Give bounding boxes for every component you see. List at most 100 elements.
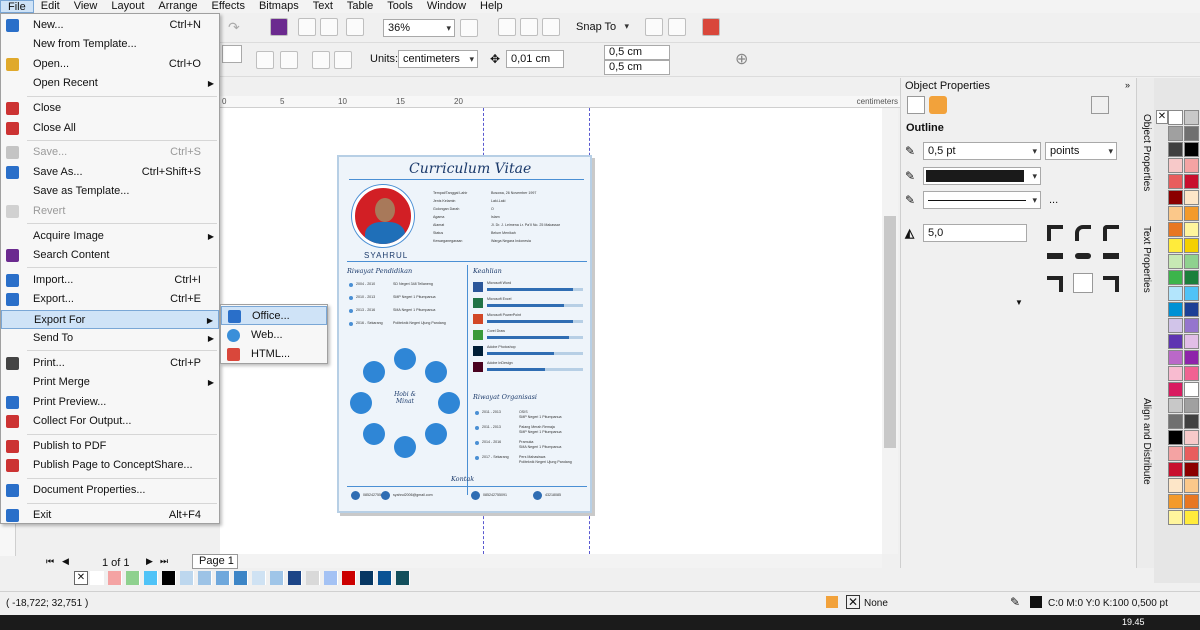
palette-swatch[interactable]: [1168, 270, 1183, 285]
menu-text[interactable]: Text: [306, 0, 340, 13]
units-select[interactable]: centimeters: [398, 50, 478, 68]
palette-swatch[interactable]: [1168, 302, 1183, 317]
palette-swatch[interactable]: [252, 571, 266, 585]
search-icon[interactable]: [298, 18, 316, 36]
palette-swatch[interactable]: [1168, 174, 1183, 189]
cv-page[interactable]: Curriculum Vitae SYAHRUL Tempat/Tanggal …: [337, 155, 592, 513]
palette-swatch[interactable]: [1168, 510, 1183, 525]
miter-limit-field[interactable]: 5,0: [923, 224, 1027, 242]
file-menu-item[interactable]: Save As... Ctrl+Shift+S: [1, 163, 219, 182]
palette-swatch[interactable]: [108, 571, 122, 585]
position-center-button[interactable]: [1073, 273, 1093, 293]
palette-swatch[interactable]: [1184, 510, 1199, 525]
outline-color-select[interactable]: [923, 167, 1041, 185]
file-menu-item[interactable]: Export For ▶: [1, 309, 219, 329]
palette-swatch[interactable]: [90, 571, 104, 585]
nudge-distance-field[interactable]: 0,01 cm: [506, 50, 564, 68]
last-page-icon[interactable]: ⏭: [160, 556, 168, 567]
palette-swatch[interactable]: [1184, 254, 1199, 269]
cap-square-button[interactable]: [1103, 253, 1119, 259]
fill-tab-icon[interactable]: [929, 96, 947, 114]
file-menu-item[interactable]: Open Recent ▶: [1, 74, 219, 93]
menu-help[interactable]: Help: [473, 0, 510, 13]
menu-arrange[interactable]: Arrange: [151, 0, 204, 13]
file-menu-item[interactable]: New from Template...: [1, 35, 219, 54]
palette-swatch[interactable]: [1184, 382, 1199, 397]
palette-swatch[interactable]: [1168, 254, 1183, 269]
palette-swatch[interactable]: [1168, 158, 1183, 173]
menu-layout[interactable]: Layout: [104, 0, 151, 13]
file-menu-item[interactable]: Send To ▶: [1, 329, 219, 348]
palette-swatch[interactable]: [1168, 382, 1183, 397]
docker-tab-object-properties[interactable]: Object Properties: [1138, 114, 1154, 191]
palette-swatch[interactable]: [1184, 350, 1199, 365]
palette-swatch[interactable]: [1184, 190, 1199, 205]
palette-swatch[interactable]: [1184, 478, 1199, 493]
horizontal-scrollbar[interactable]: [220, 554, 882, 568]
app-launcher-icon[interactable]: [668, 18, 686, 36]
palette-swatch[interactable]: [1168, 494, 1183, 509]
cap-round-button[interactable]: [1075, 253, 1091, 259]
palette-swatch[interactable]: [1168, 206, 1183, 221]
palette-swatch[interactable]: [342, 571, 356, 585]
file-menu-item[interactable]: Search Content: [1, 246, 219, 265]
palette-swatch[interactable]: [180, 571, 194, 585]
palette-swatch[interactable]: [1184, 270, 1199, 285]
landscape-icon[interactable]: [280, 51, 298, 69]
palette-swatch[interactable]: [1184, 174, 1199, 189]
palette-swatch[interactable]: [1184, 366, 1199, 381]
palette-swatch[interactable]: [1184, 222, 1199, 237]
docker-tab-align-and-distribute[interactable]: Align and Distribute: [1138, 398, 1154, 485]
palette-swatch[interactable]: [1184, 238, 1199, 253]
file-menu-item[interactable]: Publish Page to ConceptShare...: [1, 456, 219, 475]
file-menu-item[interactable]: Open... Ctrl+O: [1, 55, 219, 74]
palette-swatch[interactable]: [1168, 222, 1183, 237]
palette-swatch[interactable]: [378, 571, 392, 585]
palette-swatch[interactable]: [216, 571, 230, 585]
first-page-icon[interactable]: ⏮: [46, 556, 54, 567]
menu-file[interactable]: File: [0, 0, 34, 13]
palette-swatch[interactable]: [1168, 142, 1183, 157]
file-menu-item[interactable]: Exit Alt+F4: [1, 506, 219, 525]
no-color-swatch[interactable]: ✕: [74, 571, 88, 585]
palette-swatch[interactable]: [1184, 430, 1199, 445]
add-icon[interactable]: ⊕: [735, 49, 748, 69]
palette-swatch[interactable]: [1184, 142, 1199, 157]
palette-swatch[interactable]: [1168, 318, 1183, 333]
file-menu-item[interactable]: Acquire Image ▶: [1, 227, 219, 246]
palette-swatch[interactable]: [1168, 478, 1183, 493]
outline-units-select[interactable]: points: [1045, 142, 1117, 160]
file-menu-item[interactable]: Print Merge ▶: [1, 373, 219, 392]
palette-swatch[interactable]: [198, 571, 212, 585]
welcome-icon[interactable]: [702, 18, 720, 36]
menu-view[interactable]: View: [67, 0, 105, 13]
corel-launcher-icon[interactable]: [270, 18, 288, 36]
palette-swatch[interactable]: [1168, 462, 1183, 477]
palette-swatch[interactable]: [306, 571, 320, 585]
vertical-scroll-thumb[interactable]: [884, 216, 896, 448]
publish-icon[interactable]: [346, 18, 364, 36]
redo-button[interactable]: ↷: [228, 19, 246, 37]
palette-swatch[interactable]: [1184, 318, 1199, 333]
palette-swatch[interactable]: [1168, 366, 1183, 381]
docker-options-icon[interactable]: [1091, 96, 1109, 114]
export-for-web[interactable]: Web...: [221, 326, 327, 345]
palette-swatch[interactable]: [1184, 462, 1199, 477]
file-menu-item[interactable]: Export... Ctrl+E: [1, 290, 219, 309]
palette-swatch[interactable]: [1184, 286, 1199, 301]
file-menu-item[interactable]: Close All: [1, 119, 219, 138]
palette-swatch[interactable]: [1168, 446, 1183, 461]
palette-swatch[interactable]: [1168, 398, 1183, 413]
palette-swatch[interactable]: [360, 571, 374, 585]
palette-swatch[interactable]: [1184, 302, 1199, 317]
palette-swatch[interactable]: [270, 571, 284, 585]
palette-swatch[interactable]: [1168, 350, 1183, 365]
file-menu-item[interactable]: Import... Ctrl+I: [1, 271, 219, 290]
horizontal-ruler[interactable]: 0 5 10 15 20 centimeters: [220, 96, 900, 108]
line-style-select[interactable]: [923, 191, 1041, 209]
palette-swatch[interactable]: [1184, 494, 1199, 509]
palette-swatch[interactable]: [1184, 206, 1199, 221]
file-menu-item[interactable]: Close: [1, 99, 219, 118]
docker-expand-icon[interactable]: »: [1125, 80, 1130, 90]
palette-swatch[interactable]: [1184, 334, 1199, 349]
